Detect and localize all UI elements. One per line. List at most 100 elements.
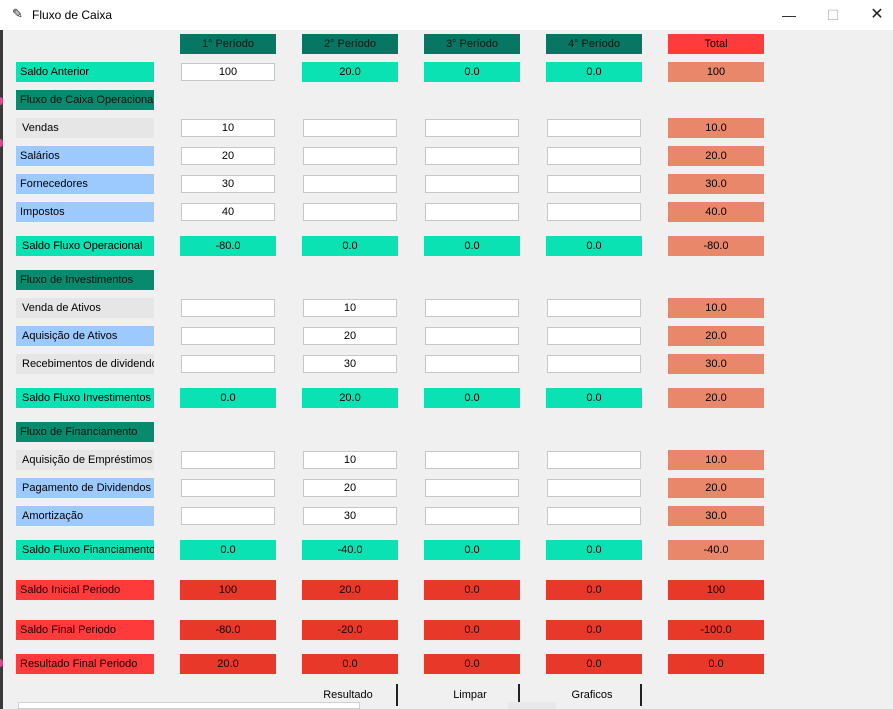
aquisicao-ativos-p3-input[interactable] — [425, 327, 519, 345]
minimize-button[interactable]: — — [766, 0, 812, 30]
impostos-p1-input[interactable] — [181, 203, 275, 221]
fornecedores-p2-input[interactable] — [303, 175, 397, 193]
header-period-3: 3° Período — [424, 34, 520, 54]
saldo-investimentos-p3: 0.0 — [424, 388, 520, 408]
horizontal-scrollbar[interactable] — [18, 702, 360, 709]
aquisicao-ativos-p1-input[interactable] — [181, 327, 275, 345]
fornecedores-p1-input[interactable] — [181, 175, 275, 193]
salarios-p4-input[interactable] — [547, 147, 641, 165]
saldo-final-total: -100.0 — [668, 620, 764, 640]
header-period-2: 2° Período — [302, 34, 398, 54]
header-period-1: 1° Período — [180, 34, 276, 54]
saldo-operacional-label: Saldo Fluxo Operacional — [16, 236, 154, 256]
emprestimos-p1-input[interactable] — [181, 451, 275, 469]
saldo-financiamento-p4: 0.0 — [546, 540, 642, 560]
recebimentos-p4-input[interactable] — [547, 355, 641, 373]
saldo-investimentos-total: 20.0 — [668, 388, 764, 408]
saldo-final-p2: -20.0 — [302, 620, 398, 640]
recebimentos-p3-input[interactable] — [425, 355, 519, 373]
salarios-p2-input[interactable] — [303, 147, 397, 165]
pagamento-dividendos-p4-input[interactable] — [547, 479, 641, 497]
saldo-operacional-p3: 0.0 — [424, 236, 520, 256]
impostos-p3-input[interactable] — [425, 203, 519, 221]
pagamento-dividendos-p1-input[interactable] — [181, 479, 275, 497]
impostos-total: 40.0 — [668, 202, 764, 222]
amortizacao-p3-input[interactable] — [425, 507, 519, 525]
row-label-aquisicao-ativos: Aquisição de Ativos — [16, 326, 154, 346]
saldo-operacional-p1: -80.0 — [180, 236, 276, 256]
salarios-p3-input[interactable] — [425, 147, 519, 165]
row-label-impostos: Impostos — [16, 202, 154, 222]
emprestimos-p4-input[interactable] — [547, 451, 641, 469]
amortizacao-p4-input[interactable] — [547, 507, 641, 525]
saldo-financiamento-p3: 0.0 — [424, 540, 520, 560]
impostos-p4-input[interactable] — [547, 203, 641, 221]
limpar-button[interactable]: Limpar — [422, 684, 520, 706]
impostos-p2-input[interactable] — [303, 203, 397, 221]
vendas-total: 10.0 — [668, 118, 764, 138]
venda-ativos-p3-input[interactable] — [425, 299, 519, 317]
resultado-final-p3: 0.0 — [424, 654, 520, 674]
saldo-anterior-p2: 20.0 — [302, 62, 398, 82]
amortizacao-p2-input[interactable] — [303, 507, 397, 525]
vendas-p1-input[interactable] — [181, 119, 275, 137]
resultado-final-p1: 20.0 — [180, 654, 276, 674]
saldo-final-p4: 0.0 — [546, 620, 642, 640]
section-operacional: Fluxo de Caixa Operacional — [16, 90, 154, 110]
saldo-operacional-total: -80.0 — [668, 236, 764, 256]
vendas-p2-input[interactable] — [303, 119, 397, 137]
pagamento-dividendos-total: 20.0 — [668, 478, 764, 498]
close-button[interactable]: ✕ — [854, 0, 893, 30]
recebimentos-p2-input[interactable] — [303, 355, 397, 373]
row-label-vendas: Vendas — [16, 118, 154, 138]
saldo-inicial-p1: 100 — [180, 580, 276, 600]
saldo-anterior-p3: 0.0 — [424, 62, 520, 82]
feather-icon: ✎ — [12, 6, 23, 21]
vendas-p3-input[interactable] — [425, 119, 519, 137]
salarios-total: 20.0 — [668, 146, 764, 166]
saldo-anterior-p4: 0.0 — [546, 62, 642, 82]
emprestimos-total: 10.0 — [668, 450, 764, 470]
saldo-anterior-p1-input[interactable] — [181, 63, 275, 81]
section-financiamento: Fluxo de Financiamento — [16, 422, 154, 442]
saldo-anterior-label: Saldo Anterior — [16, 62, 154, 82]
saldo-investimentos-label: Saldo Fluxo Investimentos — [16, 388, 154, 408]
header-period-4: 4° Período — [546, 34, 642, 54]
row-label-recebimentos-dividendo: Recebimentos de dividendo — [16, 354, 154, 374]
saldo-inicial-p4: 0.0 — [546, 580, 642, 600]
emprestimos-p2-input[interactable] — [303, 451, 397, 469]
emprestimos-p3-input[interactable] — [425, 451, 519, 469]
scrollbar-thumb[interactable] — [508, 702, 556, 709]
saldo-financiamento-total: -40.0 — [668, 540, 764, 560]
saldo-inicial-total: 100 — [668, 580, 764, 600]
saldo-financiamento-label: Saldo Fluxo Financiamento — [16, 540, 154, 560]
saldo-anterior-total: 100 — [668, 62, 764, 82]
aquisicao-ativos-p2-input[interactable] — [303, 327, 397, 345]
row-label-amortizacao: Amortização — [16, 506, 154, 526]
pagamento-dividendos-p2-input[interactable] — [303, 479, 397, 497]
row-label-pagamento-dividendos: Pagamento de Dividendos — [16, 478, 154, 498]
resultado-final-total: 0.0 — [668, 654, 764, 674]
aquisicao-ativos-p4-input[interactable] — [547, 327, 641, 345]
venda-ativos-p2-input[interactable] — [303, 299, 397, 317]
row-label-fornecedores: Fornecedores — [16, 174, 154, 194]
row-label-aquisicao-emprestimos: Aquisição de Empréstimos — [16, 450, 154, 470]
saldo-final-p1: -80.0 — [180, 620, 276, 640]
pagamento-dividendos-p3-input[interactable] — [425, 479, 519, 497]
maximize-button[interactable]: ☐ — [810, 0, 856, 30]
fornecedores-p3-input[interactable] — [425, 175, 519, 193]
amortizacao-p1-input[interactable] — [181, 507, 275, 525]
saldo-financiamento-p1: 0.0 — [180, 540, 276, 560]
saldo-financiamento-p2: -40.0 — [302, 540, 398, 560]
vendas-p4-input[interactable] — [547, 119, 641, 137]
graficos-button[interactable]: Graficos — [544, 684, 642, 706]
saldo-final-label: Saldo Final Periodo — [16, 620, 154, 640]
saldo-operacional-p2: 0.0 — [302, 236, 398, 256]
saldo-inicial-label: Saldo Inicial Periodo — [16, 580, 154, 600]
venda-ativos-p4-input[interactable] — [547, 299, 641, 317]
fornecedores-p4-input[interactable] — [547, 175, 641, 193]
recebimentos-p1-input[interactable] — [181, 355, 275, 373]
header-total: Total — [668, 34, 764, 54]
venda-ativos-p1-input[interactable] — [181, 299, 275, 317]
salarios-p1-input[interactable] — [181, 147, 275, 165]
